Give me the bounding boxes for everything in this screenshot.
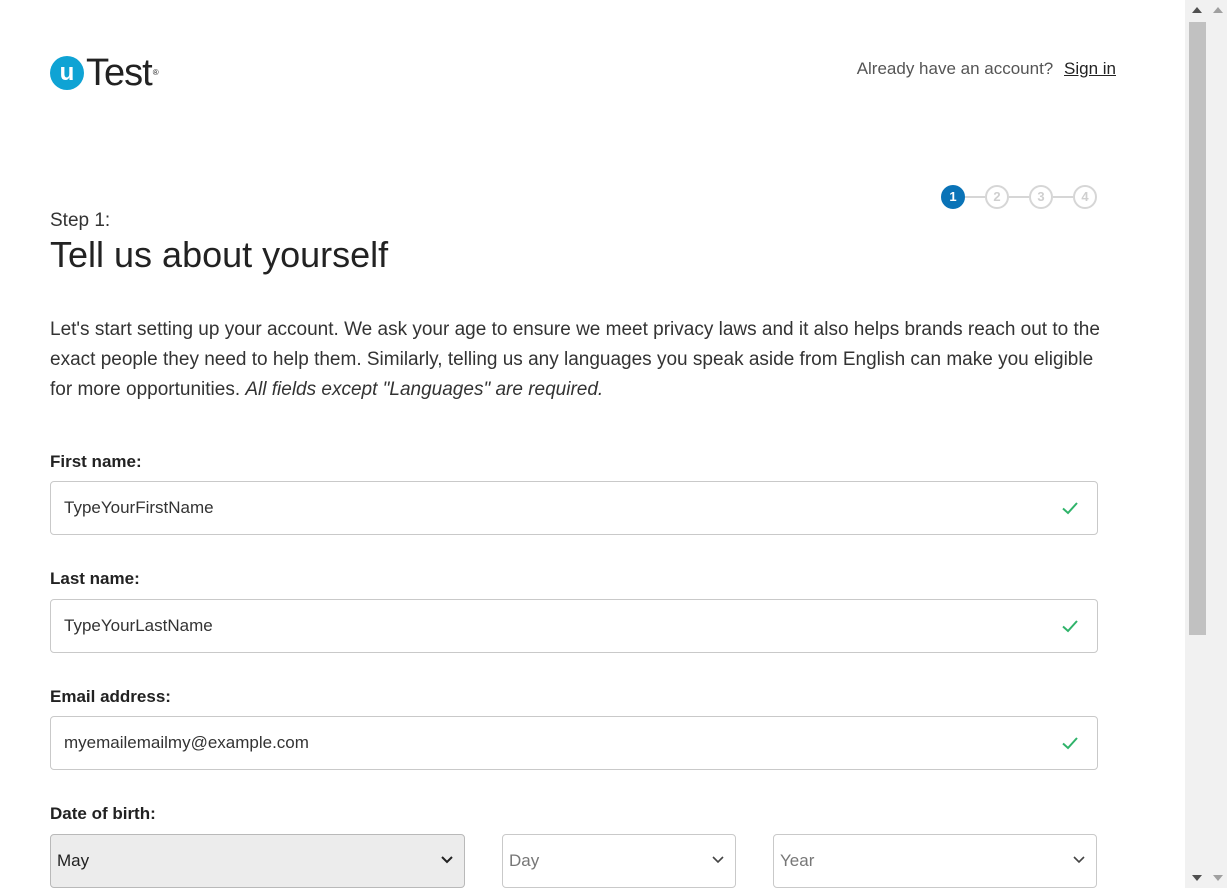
step-connector [1009,196,1029,198]
first-name-field[interactable] [50,481,1098,535]
birth-day-placeholder: Day [509,851,540,870]
required-fields-note: All fields except "Languages" are requir… [245,379,604,400]
signup-page: u Test® Already have an account? Sign in… [0,0,1185,888]
check-icon [1062,502,1078,515]
birth-year-placeholder: Year [780,851,815,870]
logo-wordmark: Test [86,52,153,94]
signin-prompt: Already have an account? Sign in [857,59,1116,79]
scroll-down-arrow-icon[interactable] [1192,875,1202,881]
scroll-up-arrow-icon[interactable] [1192,7,1202,13]
registered-mark: ® [152,68,159,77]
email-label: Email address: [50,687,171,706]
logo-mark-icon: u [50,56,84,90]
email-input[interactable] [64,717,1024,769]
check-icon [1062,737,1078,750]
sign-in-link[interactable]: Sign in [1064,59,1116,78]
birth-year-select[interactable]: Year [773,834,1097,888]
step-indicator-2: 2 [985,185,1009,209]
progress-stepper: 1 2 3 4 [941,185,1097,209]
account-prompt-text: Already have an account? [856,59,1054,78]
step-indicator-4: 4 [1073,185,1097,209]
last-name-field[interactable] [50,599,1098,653]
step-indicator-3: 3 [1029,185,1053,209]
dob-label: Date of birth: [50,804,156,823]
birth-day-select[interactable]: Day [502,834,736,888]
email-field[interactable] [50,716,1098,770]
step-connector [965,196,985,198]
birth-month-value: May [57,851,90,870]
outer-scroll-up-arrow-icon[interactable] [1213,7,1223,13]
last-name-label: Last name: [50,569,140,588]
utest-logo[interactable]: u Test® [50,52,159,94]
first-name-input[interactable] [64,482,1024,534]
first-name-label: First name: [50,452,142,471]
intro-paragraph: Let's start setting up your account. We … [50,315,1120,405]
vertical-scrollbar[interactable] [1185,0,1227,888]
birth-month-select[interactable]: May [50,834,465,888]
last-name-input[interactable] [64,600,1024,652]
scroll-thumb[interactable] [1189,22,1206,635]
check-icon [1062,620,1078,633]
step-label: Step 1: [50,210,111,231]
chevron-down-icon [712,856,724,864]
outer-scroll-down-arrow-icon[interactable] [1213,875,1223,881]
step-connector [1053,196,1073,198]
chevron-down-icon [1073,856,1085,864]
page-title: Tell us about yourself [50,234,389,275]
step-indicator-1: 1 [941,185,965,209]
chevron-down-icon [441,856,453,864]
